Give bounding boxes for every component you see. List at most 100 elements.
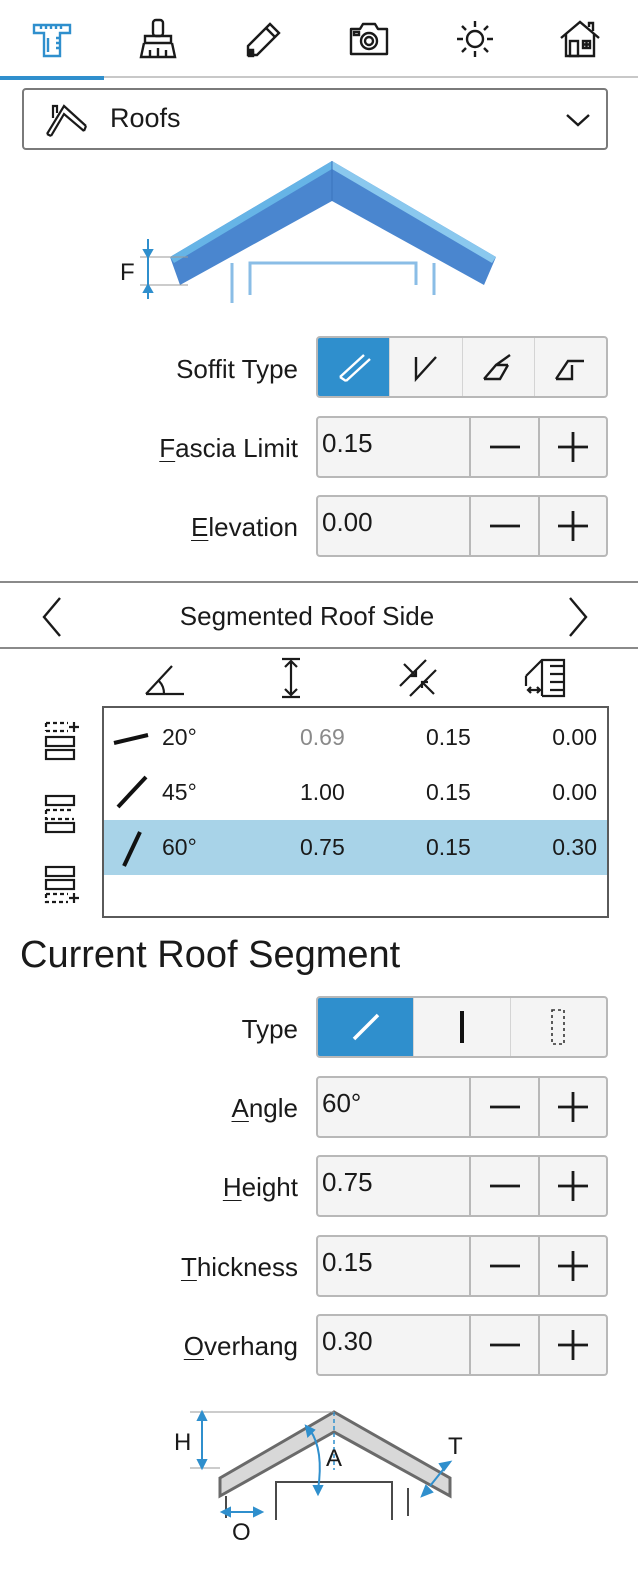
overhang-decrement-button[interactable] — [471, 1316, 537, 1374]
house-tool-button[interactable] — [528, 0, 632, 78]
house-icon — [560, 20, 600, 58]
soffit-type-selector — [316, 336, 608, 398]
elevation-decrement-button[interactable] — [471, 497, 537, 555]
segment-height: 0.75 — [300, 834, 345, 860]
overhang-column-icon — [524, 658, 566, 698]
thickness-decrement-button[interactable] — [471, 1237, 537, 1295]
insert-segment-below-button[interactable] — [40, 864, 80, 908]
soffit-type-option-3[interactable] — [463, 338, 535, 396]
thickness-input[interactable]: 0.15 — [318, 1237, 472, 1295]
measure-tool-button[interactable] — [0, 0, 104, 80]
segment-angle: 45° — [162, 779, 197, 805]
angle-input[interactable]: 60° — [318, 1078, 472, 1136]
lighting-tool-button[interactable] — [423, 0, 527, 78]
elevation-increment-button[interactable] — [537, 497, 606, 555]
thickness-label: Thickness — [180, 1252, 298, 1282]
table-row[interactable]: 45° 1.00 0.15 0.00 — [104, 765, 607, 820]
angle-decrement-button[interactable] — [471, 1078, 537, 1136]
elevation-input[interactable]: 0.00 — [318, 497, 472, 555]
fascia-limit-increment-button[interactable] — [537, 418, 606, 476]
gap-segment-icon — [551, 1009, 566, 1045]
category-label: Roofs — [110, 103, 181, 133]
category-dropdown[interactable]: Roofs — [22, 88, 608, 150]
table-row-selected[interactable]: 60° 0.75 0.15 0.30 — [104, 820, 607, 875]
soffit-type-option-1[interactable] — [318, 338, 391, 396]
segment-thickness: 0.15 — [426, 724, 471, 750]
segment-height: 1.00 — [300, 779, 345, 805]
diagram-label-h: H — [174, 1429, 191, 1456]
roof-side-title: Segmented Roof Side — [179, 601, 435, 631]
elevation-field: 0.00 — [316, 495, 608, 557]
diagram-label-o: O — [232, 1519, 251, 1546]
elevation-label: Elevation — [191, 512, 298, 542]
angle-increment-button[interactable] — [537, 1078, 606, 1136]
roof-icon — [46, 104, 88, 137]
height-input[interactable]: 0.75 — [318, 1157, 472, 1215]
soffit-type-3-icon — [483, 354, 511, 381]
plus-icon — [557, 1171, 588, 1201]
measure-ruler-icon — [32, 23, 72, 58]
angle-column-icon — [145, 665, 184, 696]
pencil-edit-icon — [246, 22, 281, 58]
chevron-down-icon — [566, 114, 590, 127]
angle-field: 60° — [316, 1076, 608, 1138]
sloped-segment-icon — [352, 1013, 379, 1041]
fascia-limit-label: Fascia Limit — [159, 433, 298, 463]
minus-icon — [489, 1264, 520, 1268]
fascia-limit-input[interactable]: 0.15 — [318, 418, 472, 476]
segment-overhang: 0.00 — [552, 724, 597, 750]
diagram-label-t: T — [448, 1433, 463, 1460]
segment-45-icon — [116, 775, 148, 809]
overhang-label: Overhang — [183, 1331, 298, 1361]
fascia-limit-decrement-button[interactable] — [471, 418, 537, 476]
segment-type-vertical-option[interactable] — [414, 998, 511, 1056]
paint-tool-button[interactable] — [106, 0, 210, 78]
height-increment-button[interactable] — [537, 1157, 606, 1215]
next-side-button[interactable] — [556, 596, 602, 638]
remove-segment-button[interactable] — [40, 792, 80, 836]
paint-brush-icon — [139, 18, 177, 59]
soffit-type-option-4[interactable] — [535, 338, 606, 396]
segment-type-label: Type — [241, 1014, 298, 1044]
plus-icon — [557, 1330, 588, 1360]
overhang-input[interactable]: 0.30 — [318, 1316, 472, 1374]
chevron-left-icon — [42, 597, 61, 637]
soffit-type-2-icon — [414, 356, 437, 383]
segment-overhang: 0.30 — [552, 834, 597, 860]
overhang-increment-button[interactable] — [537, 1316, 606, 1374]
divider — [0, 647, 638, 649]
segment-type-gap-option[interactable] — [511, 998, 606, 1056]
insert-below-icon — [44, 865, 79, 904]
minus-icon — [489, 1105, 520, 1109]
soffit-type-1-icon — [338, 354, 371, 382]
minus-icon — [489, 445, 520, 449]
remove-segment-icon — [44, 794, 76, 834]
segment-20-icon — [113, 733, 149, 745]
height-label: Height — [222, 1172, 298, 1202]
edit-tool-button[interactable] — [211, 0, 315, 78]
segment-type-sloped-option[interactable] — [318, 998, 415, 1056]
camera-tool-button[interactable] — [317, 0, 421, 78]
segment-60-icon — [122, 831, 142, 867]
diagram-label-a: A — [326, 1445, 342, 1472]
soffit-type-option-2[interactable] — [390, 338, 463, 396]
table-row[interactable]: 20° 0.69 0.15 0.00 — [104, 710, 607, 765]
section-heading: Current Roof Segment — [20, 934, 401, 976]
insert-above-icon — [44, 721, 79, 761]
thickness-increment-button[interactable] — [537, 1237, 606, 1295]
insert-segment-above-button[interactable] — [40, 718, 80, 762]
height-decrement-button[interactable] — [471, 1157, 537, 1215]
segment-thickness: 0.15 — [426, 834, 471, 860]
overhang-field: 0.30 — [316, 1314, 608, 1376]
top-toolbar — [0, 0, 638, 80]
previous-side-button[interactable] — [30, 596, 76, 638]
thickness-column-icon — [399, 659, 437, 697]
segment-thickness: 0.15 — [426, 779, 471, 805]
roof-profile-diagram: F — [120, 161, 496, 303]
segment-angle: 20° — [162, 724, 197, 750]
angle-label: Angle — [231, 1093, 299, 1123]
segment-dimension-diagram: H A T O — [174, 1409, 463, 1546]
segment-angle: 60° — [162, 834, 197, 860]
plus-icon — [557, 511, 588, 541]
plus-icon — [557, 1251, 588, 1281]
